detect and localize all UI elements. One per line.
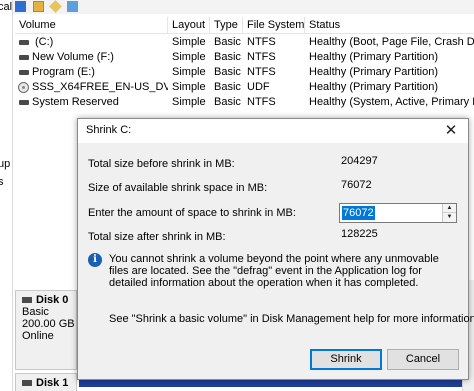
shrink-amount-label: Enter the amount of space to shrink in M… [88, 207, 296, 219]
volume-row[interactable]: New Volume (F:) Simple Basic NTFS Health… [15, 50, 474, 65]
partition-header-bar [79, 380, 474, 387]
dialog-titlebar[interactable]: Shrink C: ✕ [78, 119, 468, 143]
volume-status: Healthy (Primary Partition) [309, 66, 438, 78]
volume-row[interactable]: Program (E:) Simple Basic NTFS Healthy (… [15, 65, 474, 80]
disk-label-disk-0[interactable]: Disk 0 Basic 200.00 GB Online [15, 290, 77, 370]
volume-row[interactable]: SSS_X64FREE_EN-US_DV9 (D:) Simple Basic … [15, 80, 474, 95]
cd-icon [18, 82, 29, 93]
stepper-down-icon[interactable]: ▼ [443, 213, 456, 222]
volume-layout: Simple [172, 66, 206, 78]
disk-size: 200.00 GB [22, 318, 75, 330]
up-arrow-icon[interactable] [49, 0, 62, 13]
volume-type: Basic [214, 66, 241, 78]
disk-state: Online [22, 330, 54, 342]
stepper-buttons: ▲ ▼ [442, 204, 456, 222]
disk-label-disk-1[interactable]: Disk 1 [15, 373, 77, 391]
disk-icon [22, 380, 32, 387]
column-header-volume[interactable]: Volume [15, 17, 168, 34]
drive-icon [19, 100, 29, 105]
toolbar [13, 0, 474, 14]
cancel-button[interactable]: Cancel [387, 349, 459, 370]
disk-kind: Basic [22, 306, 49, 318]
volume-type: Basic [214, 51, 241, 63]
volume-name: Program (E:) [32, 66, 95, 78]
shrink-amount-stepper[interactable]: 76072 ▲ ▼ [339, 203, 457, 223]
volume-row[interactable]: (C:) Simple Basic NTFS Healthy (Boot, Pa… [15, 35, 474, 50]
back-icon[interactable] [15, 1, 26, 12]
volume-layout: Simple [172, 36, 206, 48]
volume-list-header: Volume Layout Type File System Status [15, 17, 474, 34]
left-fragment-text: cal [0, 1, 13, 13]
info-icon: i [88, 253, 102, 267]
disk-name: Disk 1 [36, 377, 69, 389]
info-message: You cannot shrink a volume beyond the po… [109, 253, 439, 289]
shrink-amount-input[interactable]: 76072 [340, 204, 442, 222]
column-header-layout[interactable]: Layout [168, 17, 210, 34]
available-space-label: Size of available shrink space in MB: [88, 182, 268, 194]
total-before-value: 204297 [339, 152, 439, 171]
available-space-value: 76072 [339, 176, 439, 195]
volume-layout: Simple [172, 81, 206, 93]
volume-file-system: NTFS [247, 36, 276, 48]
left-navigation-fragment: cal up s [0, 0, 13, 391]
left-fragment-text: up [0, 158, 11, 170]
volume-status: Healthy (Primary Partition) [309, 51, 438, 63]
volume-status: Healthy (Primary Partition) [309, 81, 438, 93]
column-header-file-system[interactable]: File System [243, 17, 305, 34]
drive-icon [19, 40, 29, 45]
properties-icon[interactable] [67, 1, 78, 12]
drive-icon [19, 55, 29, 60]
volume-file-system: NTFS [247, 66, 276, 78]
volume-type: Basic [214, 36, 241, 48]
column-header-type[interactable]: Type [210, 17, 243, 34]
total-before-label: Total size before shrink in MB: [88, 158, 235, 170]
volume-file-system: UDF [247, 81, 270, 93]
volume-type: Basic [214, 96, 241, 108]
volume-layout: Simple [172, 51, 206, 63]
volume-status: Healthy (System, Active, Primary Par [309, 96, 474, 108]
volume-file-system: NTFS [247, 51, 276, 63]
volume-name: New Volume (F:) [32, 51, 114, 63]
volume-list: Volume Layout Type File System Status (C… [15, 17, 474, 117]
close-button[interactable]: ✕ [440, 121, 462, 141]
folder-icon[interactable] [33, 1, 44, 12]
stepper-up-icon[interactable]: ▲ [443, 204, 456, 213]
volume-name: System Reserved [32, 96, 119, 108]
column-header-status[interactable]: Status [305, 17, 474, 34]
volume-name: SSS_X64FREE_EN-US_DV9 (D:) [32, 81, 168, 93]
shrink-dialog: Shrink C: ✕ Total size before shrink in … [77, 118, 474, 380]
volume-file-system: NTFS [247, 96, 276, 108]
disk-icon [22, 297, 32, 304]
drive-icon [19, 70, 29, 75]
volume-type: Basic [214, 81, 241, 93]
total-after-label: Total size after shrink in MB: [88, 231, 226, 243]
disk-name: Disk 0 [36, 294, 69, 306]
shrink-button[interactable]: Shrink [310, 349, 382, 370]
shrink-amount-selected-text: 76072 [342, 206, 375, 220]
volume-row[interactable]: System Reserved Simple Basic NTFS Health… [15, 95, 474, 110]
volume-name: (C:) [35, 36, 54, 48]
dialog-title: Shrink C: [86, 124, 132, 136]
volume-status: Healthy (Boot, Page File, Crash Dum [309, 36, 474, 48]
volume-layout: Simple [172, 96, 206, 108]
left-fragment-text: s [0, 176, 4, 188]
help-message: See "Shrink a basic volume" in Disk Mana… [109, 313, 474, 325]
total-after-value: 128225 [339, 225, 439, 244]
